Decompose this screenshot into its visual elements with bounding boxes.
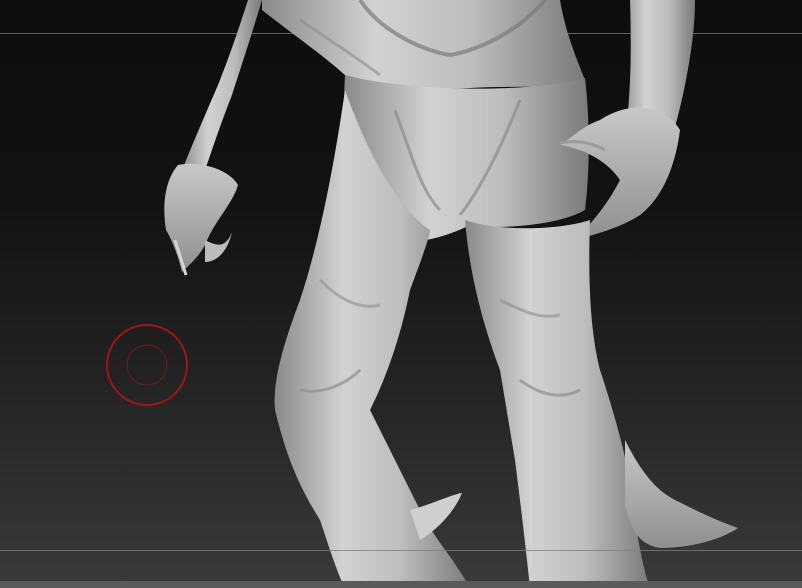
sculpt-viewport[interactable] <box>0 0 802 588</box>
torso <box>262 0 585 89</box>
bottom-strip <box>0 581 802 588</box>
left-hand <box>164 163 238 272</box>
tail <box>625 440 738 548</box>
bottom-guide-line <box>0 550 802 551</box>
sculpted-creature-model[interactable] <box>0 0 802 588</box>
right-leg <box>465 220 650 588</box>
left-arm <box>180 0 262 175</box>
left-claw <box>205 232 232 262</box>
left-foot-spike <box>410 493 462 540</box>
brush-cursor-icon <box>106 324 188 406</box>
